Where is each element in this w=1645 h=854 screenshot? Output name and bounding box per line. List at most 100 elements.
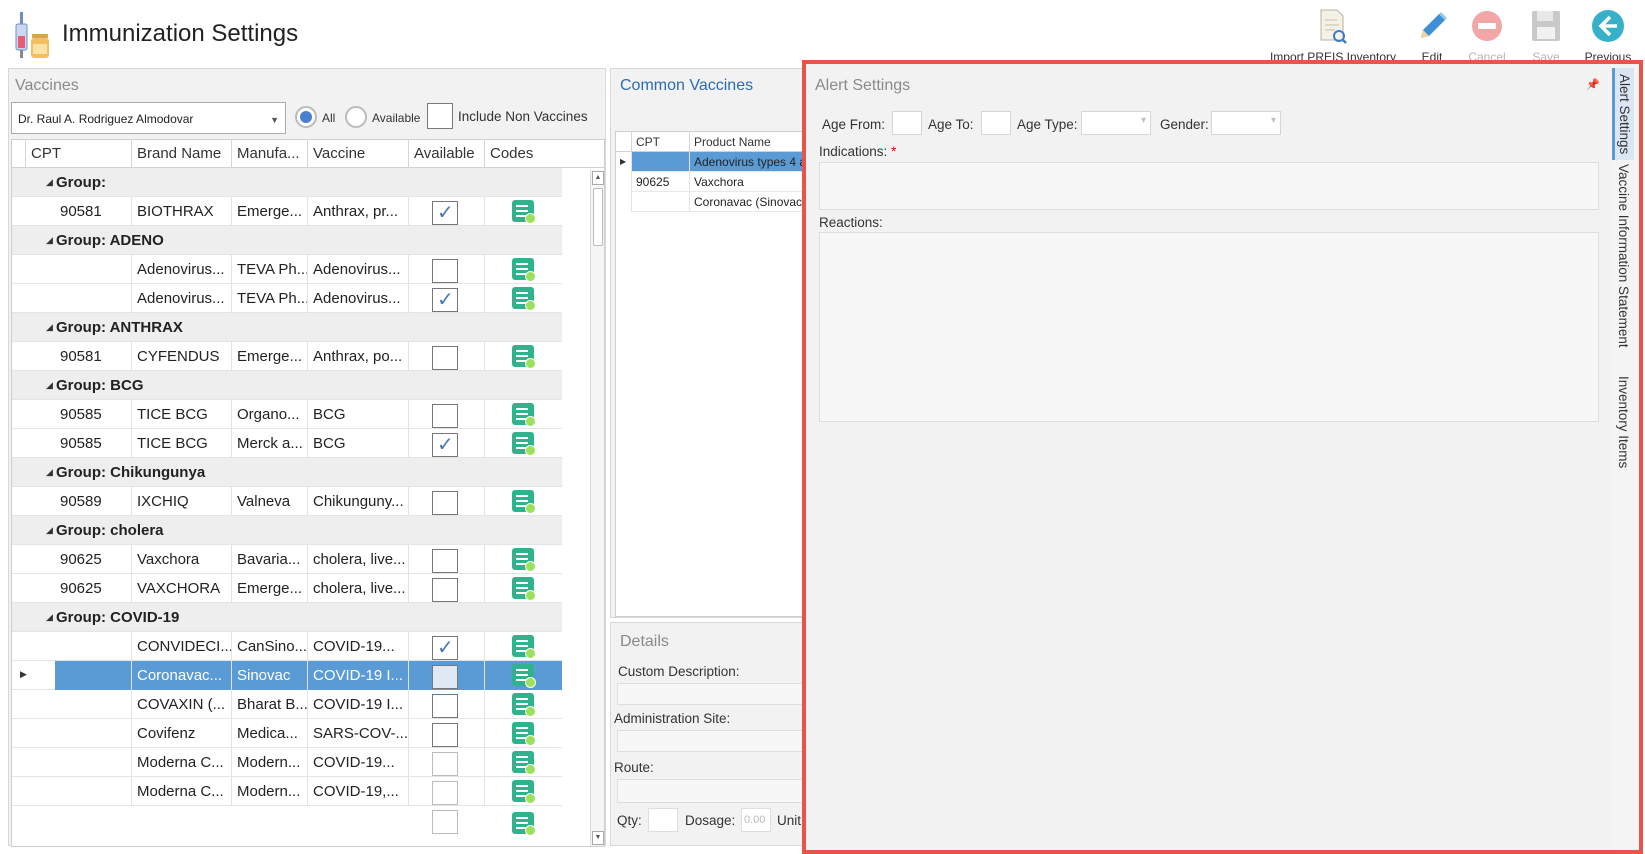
scroll-down-icon[interactable]: ▼ — [592, 831, 604, 845]
group-row[interactable]: ◢ Group: ANTHRAX — [12, 313, 562, 342]
table-row[interactable]: Moderna C... Modern... COVID-19,... — [12, 777, 562, 806]
available-checkbox[interactable] — [432, 723, 458, 747]
col-cpt[interactable]: CPT — [631, 132, 689, 152]
group-row[interactable]: ◢ Group: Chikungunya — [12, 458, 562, 487]
indications-field[interactable] — [819, 162, 1599, 210]
scroll-up-icon[interactable]: ▲ — [592, 171, 604, 185]
codes-icon[interactable] — [512, 751, 536, 775]
include-non-vaccines-checkbox[interactable] — [427, 103, 453, 129]
codes-icon[interactable] — [512, 258, 536, 282]
codes-icon[interactable] — [512, 577, 536, 601]
available-checkbox[interactable] — [432, 752, 458, 776]
table-row[interactable]: Covifenz Medica... SARS-COV-... — [12, 719, 562, 748]
codes-icon[interactable] — [512, 287, 536, 311]
cancel-button[interactable]: Cancel — [1467, 8, 1507, 64]
available-checkbox[interactable] — [432, 694, 458, 718]
group-row[interactable]: ◢ Group: ADENO — [12, 226, 562, 255]
table-row-partial[interactable] — [12, 806, 562, 836]
table-row[interactable]: COVAXIN (... Bharat B... COVID-19 I... — [12, 690, 562, 719]
available-checkbox[interactable] — [432, 404, 458, 428]
group-row[interactable]: ◢ Group: BCG — [12, 371, 562, 400]
import-preis-inventory-button[interactable]: Import PREIS Inventory — [1268, 8, 1398, 64]
table-row[interactable]: CONVIDECI... CanSino... COVID-19... — [12, 632, 562, 661]
available-checkbox[interactable] — [432, 635, 458, 660]
codes-icon[interactable] — [512, 345, 536, 369]
reactions-field[interactable] — [819, 232, 1599, 422]
codes-icon[interactable] — [512, 403, 536, 427]
collapse-triangle-icon[interactable]: ◢ — [46, 525, 53, 536]
collapse-triangle-icon[interactable]: ◢ — [46, 467, 53, 478]
age-to-field[interactable] — [981, 111, 1011, 135]
codes-icon[interactable] — [512, 635, 536, 659]
save-button[interactable]: Save — [1526, 8, 1566, 64]
codes-icon[interactable] — [512, 812, 536, 836]
table-row[interactable]: Moderna C... Modern... COVID-19... — [12, 748, 562, 777]
table-row[interactable]: 90625 Vaxchora Bavaria... cholera, live.… — [12, 545, 562, 574]
codes-icon[interactable] — [512, 548, 536, 572]
provider-select[interactable]: Dr. Raul A. Rodriguez Almodovar ▼ — [11, 102, 286, 134]
pin-icon[interactable]: 📌 — [1586, 78, 1600, 91]
available-checkbox[interactable] — [432, 259, 458, 283]
codes-icon[interactable] — [512, 200, 536, 224]
custom-description-field[interactable] — [617, 683, 811, 705]
group-row[interactable]: ◢ Group: cholera — [12, 516, 562, 545]
dosage-field[interactable]: 0.00 — [741, 808, 771, 832]
table-row[interactable]: 90581 CYFENDUS Emerge... Anthrax, po... — [12, 342, 562, 371]
age-from-field[interactable] — [892, 111, 922, 135]
col-available[interactable]: Available — [408, 140, 484, 168]
table-row[interactable]: Adenovirus... TEVA Ph... Adenovirus... — [12, 255, 562, 284]
tab-inventory-items[interactable]: Inventory Items — [1616, 376, 1631, 468]
common-row[interactable]: Coronavac (Sinovac) — [616, 192, 810, 212]
table-row[interactable]: 90585 TICE BCG Organo... BCG — [12, 400, 562, 429]
col-codes[interactable]: Codes — [484, 140, 562, 168]
collapse-triangle-icon[interactable]: ◢ — [46, 380, 53, 391]
codes-icon[interactable] — [512, 693, 536, 717]
age-type-select[interactable] — [1081, 111, 1151, 135]
col-manufacturer[interactable]: Manufa... — [231, 140, 307, 168]
qty-field[interactable] — [648, 808, 678, 832]
table-row[interactable]: 90581 BIOTHRAX Emerge... Anthrax, pr... — [12, 197, 562, 226]
table-row-selected[interactable]: ▶ Coronavac... Sinovac COVID-19 I... — [12, 661, 562, 690]
tab-alert-settings[interactable]: Alert Settings — [1612, 68, 1634, 161]
codes-icon[interactable] — [512, 664, 536, 688]
codes-icon[interactable] — [512, 490, 536, 514]
radio-all[interactable] — [295, 106, 317, 128]
col-cpt[interactable]: CPT — [25, 140, 131, 168]
gender-select[interactable] — [1211, 111, 1281, 135]
available-checkbox[interactable] — [432, 432, 458, 457]
available-checkbox[interactable] — [432, 200, 458, 225]
col-brand-name[interactable]: Brand Name — [131, 140, 231, 168]
collapse-triangle-icon[interactable]: ◢ — [46, 612, 53, 623]
available-checkbox[interactable] — [432, 781, 458, 805]
common-row-selected[interactable]: ▶ Adenovirus types 4 a — [616, 152, 810, 172]
scroll-thumb[interactable] — [593, 188, 603, 246]
group-row[interactable]: ◢ Group: — [12, 168, 562, 197]
available-checkbox[interactable] — [432, 287, 458, 312]
available-checkbox[interactable] — [432, 665, 458, 689]
previous-button[interactable]: Previous — [1583, 8, 1633, 64]
collapse-triangle-icon[interactable]: ◢ — [46, 177, 53, 188]
route-field[interactable] — [617, 779, 811, 803]
available-checkbox[interactable] — [432, 810, 458, 834]
edit-button[interactable]: Edit — [1412, 8, 1452, 64]
codes-icon[interactable] — [512, 432, 536, 456]
table-row[interactable]: Adenovirus... TEVA Ph... Adenovirus... — [12, 284, 562, 313]
group-row[interactable]: ◢ Group: COVID-19 — [12, 603, 562, 632]
available-checkbox[interactable] — [432, 491, 458, 515]
available-checkbox[interactable] — [432, 346, 458, 370]
table-row[interactable]: 90589 IXCHIQ Valneva Chikunguny... — [12, 487, 562, 516]
common-row[interactable]: 90625 Vaxchora — [616, 172, 810, 192]
available-checkbox[interactable] — [432, 578, 458, 602]
col-vaccine[interactable]: Vaccine — [307, 140, 408, 168]
vaccines-grid-scrollbar[interactable]: ▲ ▼ — [590, 170, 604, 846]
codes-icon[interactable] — [512, 780, 536, 804]
administration-site-field[interactable] — [617, 730, 811, 752]
radio-available[interactable] — [345, 106, 367, 128]
tab-vaccine-information-statement[interactable]: Vaccine Information Statement — [1616, 164, 1631, 348]
collapse-triangle-icon[interactable]: ◢ — [46, 322, 53, 333]
table-row[interactable]: 90625 VAXCHORA Emerge... cholera, live..… — [12, 574, 562, 603]
collapse-triangle-icon[interactable]: ◢ — [46, 235, 53, 246]
codes-icon[interactable] — [512, 722, 536, 746]
col-product-name[interactable]: Product Name — [689, 132, 810, 152]
table-row[interactable]: 90585 TICE BCG Merck a... BCG — [12, 429, 562, 458]
